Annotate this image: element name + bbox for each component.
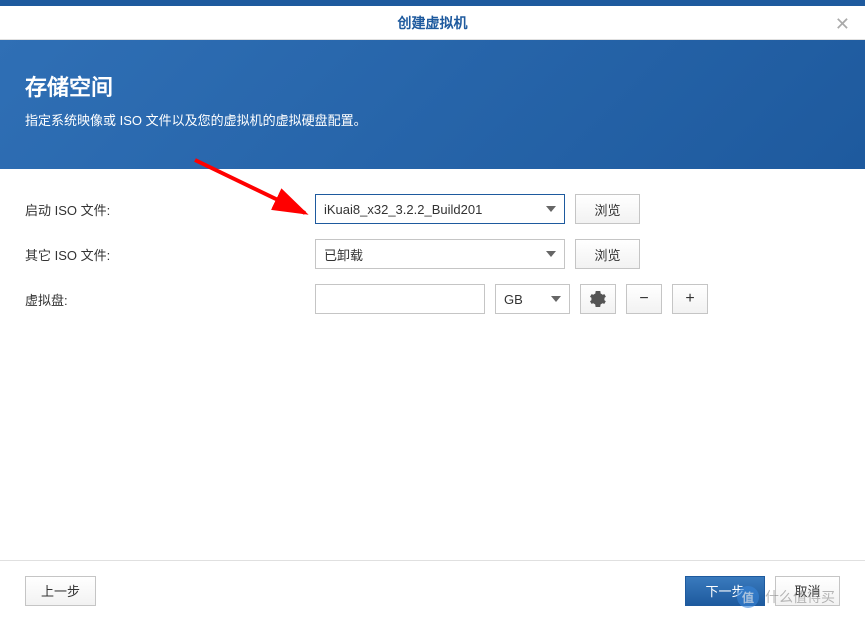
- other-iso-value: 已卸载: [324, 245, 363, 264]
- vdisk-add-button[interactable]: +: [672, 284, 708, 314]
- banner: 存储空间 指定系统映像或 ISO 文件以及您的虚拟机的虚拟硬盘配置。: [0, 40, 865, 169]
- chevron-down-icon: [546, 251, 556, 257]
- banner-desc: 指定系统映像或 ISO 文件以及您的虚拟机的虚拟硬盘配置。: [25, 110, 840, 129]
- vdisk-size-input[interactable]: [315, 284, 485, 314]
- row-other-iso: 其它 ISO 文件: 已卸载 浏览: [25, 239, 840, 269]
- footer: 上一步 下一步 取消: [0, 560, 865, 620]
- banner-title: 存储空间: [25, 70, 840, 102]
- boot-iso-label: 启动 ISO 文件:: [25, 200, 305, 219]
- chevron-down-icon: [551, 296, 561, 302]
- chevron-down-icon: [546, 206, 556, 212]
- form: 启动 ISO 文件: iKuai8_x32_3.2.2_Build201 浏览 …: [0, 169, 865, 314]
- other-iso-select[interactable]: 已卸载: [315, 239, 565, 269]
- prev-button[interactable]: 上一步: [25, 576, 96, 606]
- vdisk-unit-value: GB: [504, 292, 523, 307]
- gear-icon: [590, 291, 606, 307]
- dialog-title: 创建虚拟机: [398, 13, 468, 33]
- boot-iso-select[interactable]: iKuai8_x32_3.2.2_Build201: [315, 194, 565, 224]
- close-icon[interactable]: ✕: [835, 14, 850, 35]
- next-button[interactable]: 下一步: [685, 576, 765, 606]
- vdisk-unit-select[interactable]: GB: [495, 284, 570, 314]
- row-vdisk: 虚拟盘: GB − +: [25, 284, 840, 314]
- boot-iso-browse-button[interactable]: 浏览: [575, 194, 640, 224]
- boot-iso-value: iKuai8_x32_3.2.2_Build201: [324, 202, 482, 217]
- vdisk-settings-button[interactable]: [580, 284, 616, 314]
- other-iso-label: 其它 ISO 文件:: [25, 245, 305, 264]
- vdisk-remove-button[interactable]: −: [626, 284, 662, 314]
- titlebar: 创建虚拟机 ✕: [0, 0, 865, 40]
- row-boot-iso: 启动 ISO 文件: iKuai8_x32_3.2.2_Build201 浏览: [25, 194, 840, 224]
- cancel-button[interactable]: 取消: [775, 576, 840, 606]
- other-iso-browse-button[interactable]: 浏览: [575, 239, 640, 269]
- vdisk-label: 虚拟盘:: [25, 290, 305, 309]
